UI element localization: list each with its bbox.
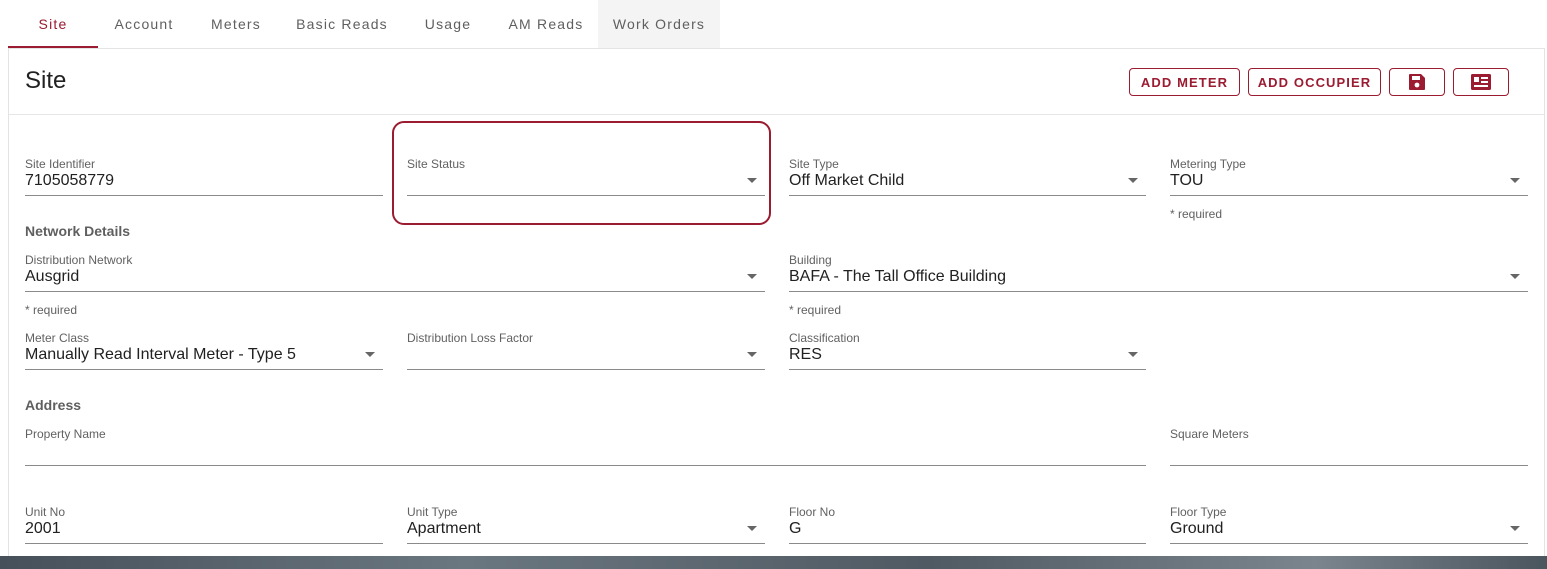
- tab-site[interactable]: Site: [8, 0, 98, 48]
- floor-type-label: Floor Type: [1170, 505, 1227, 519]
- metering-type-select[interactable]: Metering Type TOU * required: [1170, 157, 1528, 227]
- unit-type-select[interactable]: Unit Type Apartment: [407, 505, 765, 555]
- chevron-down-icon: [1128, 178, 1138, 183]
- building-label: Building: [789, 253, 832, 267]
- distribution-network-value: Ausgrid: [25, 268, 80, 285]
- floor-type-select[interactable]: Floor Type Ground: [1170, 505, 1528, 555]
- floor-no-value: G: [789, 520, 802, 537]
- chevron-down-icon: [1128, 352, 1138, 357]
- add-meter-button[interactable]: ADD METER: [1129, 68, 1240, 96]
- unit-no-label: Unit No: [25, 505, 66, 519]
- tab-usage[interactable]: Usage: [402, 0, 494, 48]
- classification-select[interactable]: Classification RES: [789, 331, 1146, 391]
- site-identifier-field[interactable]: Site Identifier 7105058779: [25, 157, 383, 217]
- chevron-down-icon: [1510, 526, 1520, 531]
- chevron-down-icon: [1510, 274, 1520, 279]
- unit-no-value: 2001: [25, 520, 61, 537]
- required-hint: * required: [789, 303, 842, 317]
- page-title: Site: [25, 67, 67, 94]
- building-select[interactable]: Building BAFA - The Tall Office Building…: [789, 253, 1528, 323]
- save-icon: [1408, 73, 1426, 91]
- metering-type-label: Metering Type: [1170, 157, 1246, 171]
- tab-basic-reads[interactable]: Basic Reads: [282, 0, 402, 48]
- unit-no-input[interactable]: Unit No 2001: [25, 505, 383, 555]
- tab-bar: Site Account Meters Basic Reads Usage AM…: [8, 0, 720, 48]
- required-hint: * required: [25, 303, 78, 317]
- section-network-details: Network Details: [25, 223, 131, 239]
- tab-am-reads[interactable]: AM Reads: [494, 0, 598, 48]
- chevron-down-icon: [747, 352, 757, 357]
- building-value: BAFA - The Tall Office Building: [789, 268, 1007, 285]
- unit-type-label: Unit Type: [407, 505, 458, 519]
- distribution-loss-factor-label: Distribution Loss Factor: [407, 331, 534, 345]
- chevron-down-icon: [747, 526, 757, 531]
- tab-work-orders[interactable]: Work Orders: [598, 0, 720, 48]
- tab-meters[interactable]: Meters: [190, 0, 282, 48]
- metering-type-value: TOU: [1170, 172, 1204, 189]
- chevron-down-icon: [365, 352, 375, 357]
- floor-no-label: Floor No: [789, 505, 836, 519]
- section-address: Address: [25, 397, 82, 413]
- site-identifier-value: 7105058779: [25, 172, 114, 189]
- site-type-label: Site Type: [789, 157, 839, 171]
- classification-label: Classification: [789, 331, 860, 345]
- add-occupier-button[interactable]: ADD OCCUPIER: [1248, 68, 1381, 96]
- form-view-icon: [1471, 74, 1491, 90]
- distribution-loss-factor-select[interactable]: Distribution Loss Factor: [407, 331, 765, 391]
- floor-type-value: Ground: [1170, 520, 1224, 537]
- property-name-label: Property Name: [25, 427, 106, 441]
- distribution-network-select[interactable]: Distribution Network Ausgrid * required: [25, 253, 765, 323]
- chevron-down-icon: [1510, 178, 1520, 183]
- background-strip: [0, 556, 1547, 569]
- floor-no-input[interactable]: Floor No G: [789, 505, 1146, 555]
- site-identifier-label: Site Identifier: [25, 157, 96, 171]
- required-hint: * required: [1170, 207, 1223, 221]
- meter-class-label: Meter Class: [25, 331, 90, 345]
- chevron-down-icon: [747, 274, 757, 279]
- site-type-select[interactable]: Site Type Off Market Child: [789, 157, 1146, 217]
- save-button[interactable]: [1389, 68, 1445, 96]
- tab-account[interactable]: Account: [98, 0, 190, 48]
- property-name-input[interactable]: Property Name: [25, 427, 1146, 487]
- meter-class-select[interactable]: Meter Class Manually Read Interval Meter…: [25, 331, 383, 391]
- classification-value: RES: [789, 346, 822, 363]
- meter-class-value: Manually Read Interval Meter - Type 5: [25, 346, 296, 363]
- form-view-button[interactable]: [1453, 68, 1509, 96]
- distribution-network-label: Distribution Network: [25, 253, 133, 267]
- card-header: Site ADD METER ADD OCCUPIER: [9, 49, 1544, 115]
- unit-type-value: Apartment: [407, 520, 481, 537]
- site-status-highlight: [392, 121, 771, 225]
- square-meters-input[interactable]: Square Meters: [1170, 427, 1528, 487]
- site-type-value: Off Market Child: [789, 172, 905, 189]
- square-meters-label: Square Meters: [1170, 427, 1249, 441]
